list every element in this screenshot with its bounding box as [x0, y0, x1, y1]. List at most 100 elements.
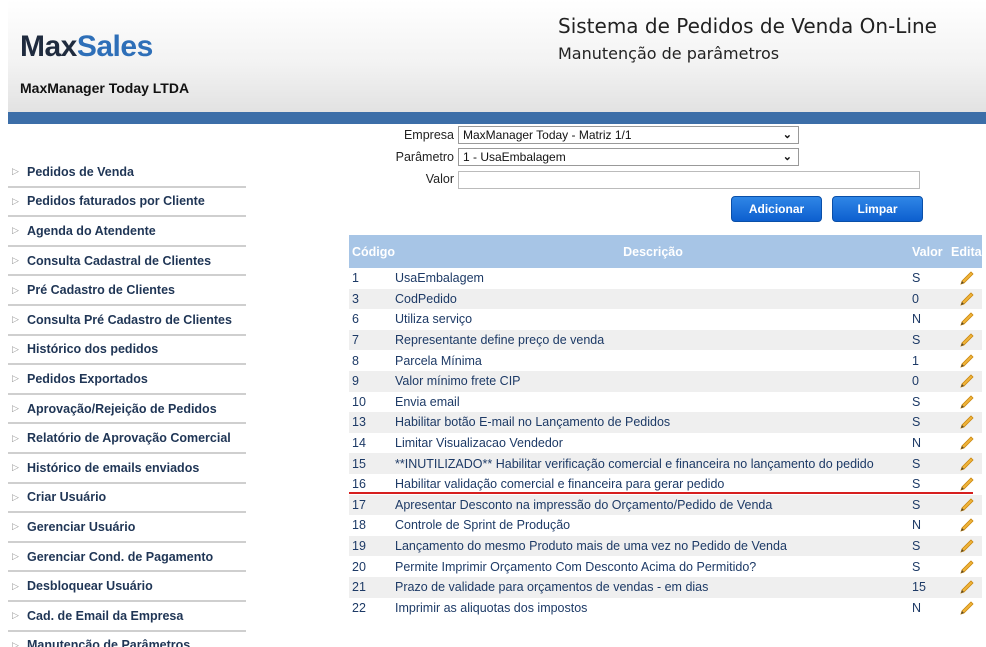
adicionar-button[interactable]: Adicionar — [731, 196, 822, 222]
cell-description: Prazo de validade para orçamentos de ven… — [395, 580, 709, 595]
sidebar-item[interactable]: ▷ Histórico de emails enviados — [8, 454, 246, 484]
arrow-right-icon: ▷ — [12, 521, 19, 532]
arrow-right-icon: ▷ — [12, 639, 19, 647]
cell-code: 15 — [352, 456, 366, 471]
sidebar-item-label: Consulta Cadastral de Clientes — [27, 253, 212, 268]
sidebar-item-label: Relatório de Aprovação Comercial — [27, 431, 231, 446]
chevron-down-icon: ⌄ — [782, 129, 792, 141]
cell-value: 0 — [912, 374, 919, 389]
parametro-label: Parâmetro — [395, 150, 454, 164]
cell-code: 20 — [352, 559, 366, 574]
sidebar-item[interactable]: ▷ Cad. de Email da Empresa — [8, 602, 246, 632]
sidebar-item-label: Manutenção de Parâmetros — [27, 638, 191, 647]
table-row: 1 UsaEmbalagem S — [349, 268, 982, 289]
page-title: Manutenção de parâmetros — [558, 44, 780, 63]
cell-description: Lançamento do mesmo Produto mais de uma … — [395, 539, 787, 554]
cell-code: 18 — [352, 518, 366, 533]
sidebar-item[interactable]: ▷ Pré Cadastro de Clientes — [8, 276, 246, 306]
sidebar-item[interactable]: ▷ Pedidos Exportados — [8, 365, 246, 395]
edit-button[interactable] — [951, 497, 982, 513]
table-row: 17 Apresentar Desconto na impressão do Or… — [349, 494, 982, 516]
sidebar-item[interactable]: ▷ Pedidos de Venda — [8, 158, 246, 188]
edit-button[interactable] — [951, 517, 982, 533]
valor-input[interactable] — [458, 171, 920, 189]
cell-code: 1 — [352, 271, 359, 286]
sidebar-item[interactable]: ▷ Aprovação/Rejeição de Pedidos — [8, 395, 246, 425]
pencil-icon — [959, 539, 974, 553]
edit-button[interactable] — [951, 538, 982, 554]
cell-description: Permite Imprimir Orçamento Com Desconto … — [395, 559, 757, 574]
sidebar-item[interactable]: ▷ Gerenciar Usuário — [8, 513, 246, 543]
sidebar-item-label: Criar Usuário — [27, 490, 107, 505]
empresa-select[interactable]: MaxManager Today - Matriz 1/1 ⌄ — [458, 126, 799, 144]
edit-button[interactable] — [951, 291, 982, 307]
arrow-right-icon: ▷ — [12, 403, 19, 414]
cell-code: 7 — [352, 333, 359, 348]
cell-description: Controle de Sprint de Produção — [395, 518, 571, 533]
pencil-icon — [959, 601, 974, 615]
pencil-icon — [959, 292, 974, 306]
sidebar-item[interactable]: ▷ Histórico dos pedidos — [8, 336, 246, 366]
cell-code: 17 — [352, 497, 366, 512]
edit-button[interactable] — [951, 559, 982, 575]
cell-description: Habilitar botão E-mail no Lançamento de … — [395, 415, 671, 430]
edit-button[interactable] — [951, 353, 982, 369]
cell-value: N — [912, 312, 922, 327]
cell-value: S — [912, 477, 921, 492]
sidebar-item[interactable]: ▷ Consulta Pré Cadastro de Clientes — [8, 306, 246, 336]
edit-button[interactable] — [951, 435, 982, 451]
cell-value: N — [912, 600, 922, 615]
table-row: 19 Lançamento do mesmo Produto mais de um… — [349, 535, 982, 557]
cell-value: N — [912, 436, 922, 451]
edit-button[interactable] — [951, 332, 982, 348]
pencil-icon — [959, 436, 974, 450]
pencil-icon — [959, 580, 974, 594]
highlight-underline — [349, 492, 973, 494]
cell-code: 21 — [352, 580, 366, 595]
edit-button[interactable] — [951, 394, 982, 410]
edit-button[interactable] — [951, 476, 982, 492]
cell-value: S — [912, 415, 921, 430]
sidebar-item[interactable]: ▷ Agenda do Atendente — [8, 217, 246, 247]
sidebar-item-label: Agenda do Atendente — [27, 223, 156, 238]
table-row: 14 Limitar Visualizacao Vendedor N — [349, 433, 982, 454]
cell-value: S — [912, 539, 921, 554]
maxsales-logo: MaxSales — [20, 30, 153, 63]
cell-value: S — [912, 271, 921, 286]
sidebar-item-label: Aprovação/Rejeição de Pedidos — [27, 401, 217, 416]
sidebar-item-label: Pedidos faturados por Cliente — [27, 194, 205, 209]
cell-description: Representante define preço de venda — [395, 333, 605, 348]
sidebar-menu: ▷ Pedidos de Venda ▷ Pedidos faturados por … — [8, 158, 246, 647]
edit-button[interactable] — [951, 600, 982, 616]
sidebar-item[interactable]: ▷ Gerenciar Cond. de Pagamento — [8, 543, 246, 573]
cell-code: 13 — [352, 415, 366, 430]
sidebar-item[interactable]: ▷ Desbloquear Usuário — [8, 572, 246, 602]
sidebar-item-label: Gerenciar Usuário — [27, 519, 136, 534]
edit-button[interactable] — [951, 456, 982, 472]
table-header: Código Descrição Valor Editar — [349, 235, 986, 268]
limpar-button[interactable]: Limpar — [832, 196, 923, 222]
edit-button[interactable] — [951, 414, 982, 430]
cell-description: Limitar Visualizacao Vendedor — [395, 436, 563, 451]
arrow-right-icon: ▷ — [12, 551, 19, 562]
parametro-select[interactable]: 1 - UsaEmbalagem ⌄ — [458, 148, 799, 166]
company-name: MaxManager Today LTDA — [20, 80, 190, 96]
sidebar-item[interactable]: ▷ Consulta Cadastral de Clientes — [8, 247, 246, 277]
pencil-icon — [959, 457, 974, 471]
edit-button[interactable] — [951, 311, 982, 327]
sidebar-item[interactable]: ▷ Manutenção de Parâmetros — [8, 632, 246, 647]
table-row: 13 Habilitar botão E-mail no Lançamento d… — [349, 412, 982, 433]
empresa-label: Empresa — [403, 128, 454, 142]
edit-button[interactable] — [951, 579, 982, 595]
arrow-right-icon: ▷ — [12, 255, 19, 266]
edit-button[interactable] — [951, 373, 982, 389]
sidebar-item[interactable]: ▷ Relatório de Aprovação Comercial — [8, 424, 246, 454]
pencil-icon — [959, 333, 974, 347]
table-row: 9 Valor mínimo frete CIP 0 — [349, 370, 982, 392]
sidebar-item-label: Consulta Pré Cadastro de Clientes — [27, 312, 232, 327]
sidebar-item[interactable]: ▷ Pedidos faturados por Cliente — [8, 188, 246, 218]
sidebar-item[interactable]: ▷ Criar Usuário — [8, 484, 246, 514]
cell-description: Envia email — [395, 394, 460, 409]
arrow-right-icon: ▷ — [12, 166, 19, 177]
edit-button[interactable] — [951, 270, 982, 286]
